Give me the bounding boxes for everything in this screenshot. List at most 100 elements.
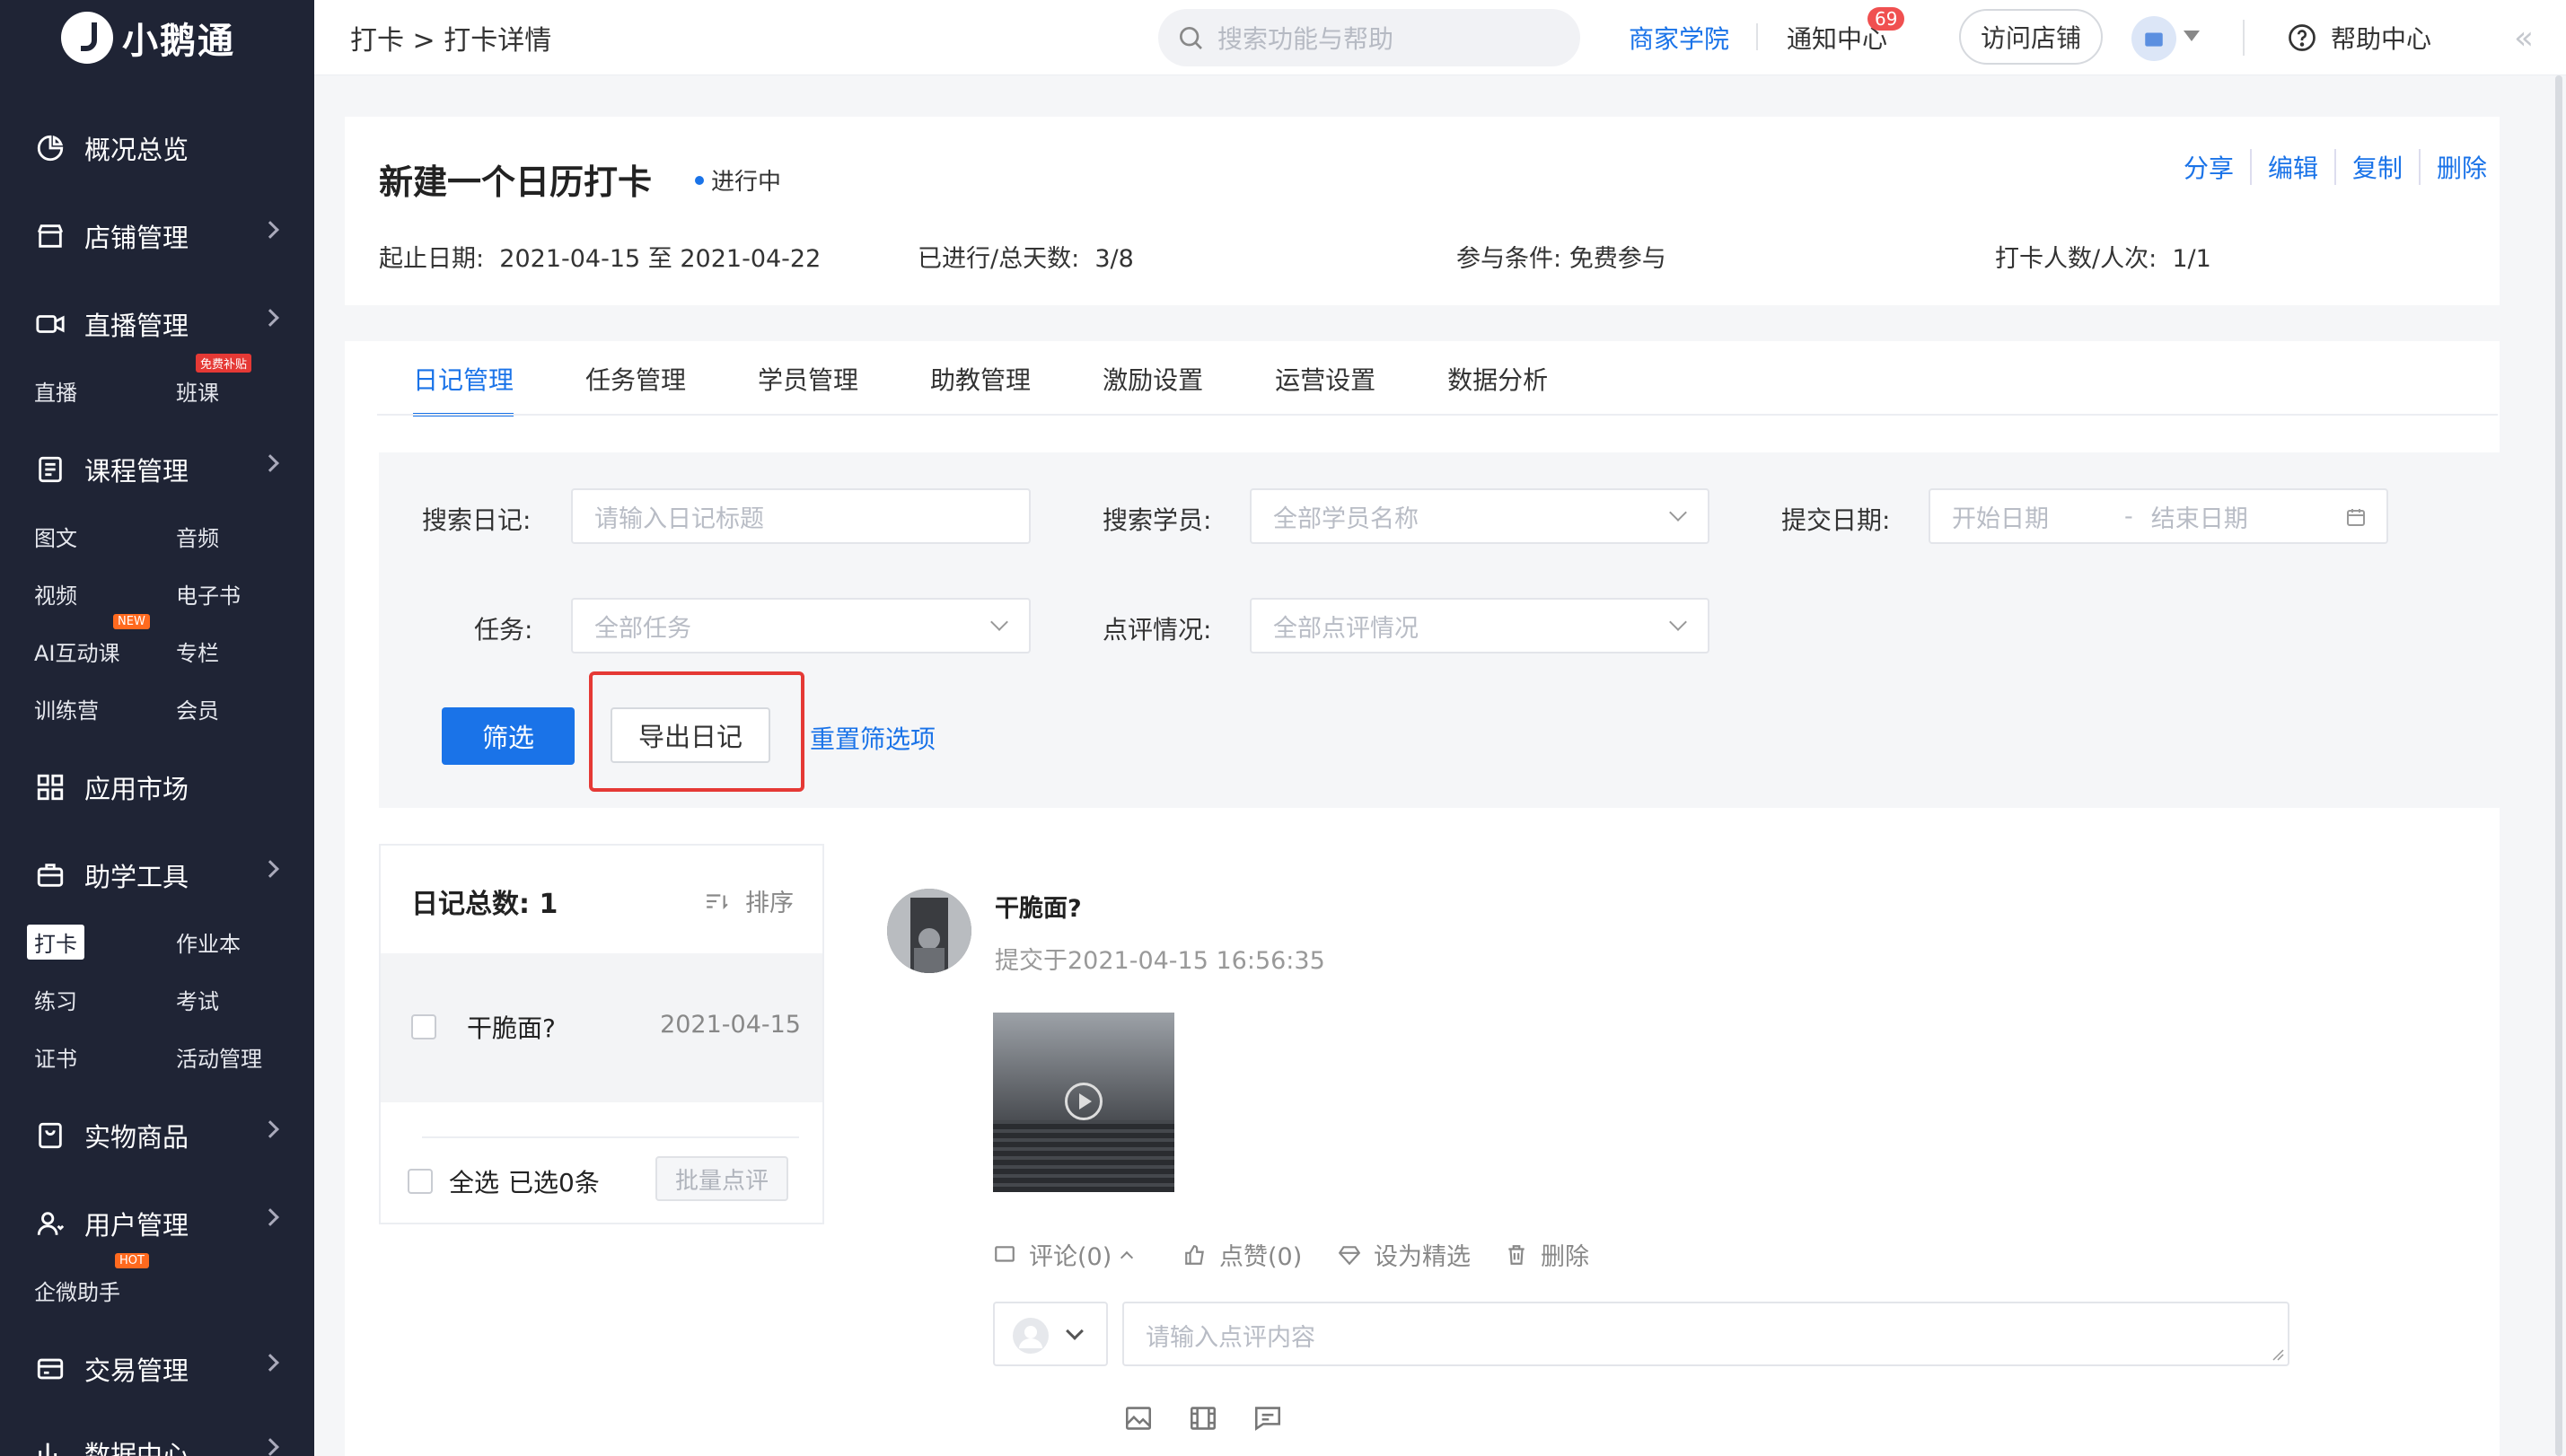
chevron-right-icon — [261, 221, 279, 239]
progress-days: 已进行/总天数: 3/8 — [918, 239, 1134, 274]
batch-review-button[interactable]: 批量点评 — [655, 1156, 788, 1201]
diary-list-panel: 日记总数: 1 排序 干脆面? 2021-04-15 全选 已选0条 批量点评 — [379, 844, 824, 1224]
tab-assistants[interactable]: 助教管理 — [930, 361, 1031, 417]
collapse-icon[interactable]: « — [2514, 20, 2534, 57]
copy-link[interactable]: 复制 — [2336, 149, 2421, 185]
set-featured-button[interactable]: 设为精选 — [1338, 1237, 1471, 1272]
sidebar-item-trade[interactable]: 交易管理 — [34, 1346, 279, 1391]
search-input[interactable]: 搜索功能与帮助 — [1158, 9, 1580, 66]
sidebar-item-data[interactable]: 数据中心 — [34, 1431, 279, 1456]
sidebar-sub-practice[interactable]: 练习 — [34, 984, 77, 1015]
sidebar-item-store[interactable]: 店铺管理 — [34, 214, 279, 259]
diary-total: 日记总数: 1 — [411, 881, 558, 921]
sort-button[interactable]: 排序 — [705, 883, 794, 918]
task-select[interactable]: 全部任务 — [571, 598, 1031, 653]
filter-button[interactable]: 筛选 — [442, 707, 575, 765]
sidebar-label: 数据中心 — [84, 1440, 189, 1456]
sidebar-sub-live[interactable]: 直播 — [34, 375, 77, 407]
sidebar-item-goods[interactable]: 实物商品 — [34, 1113, 279, 1158]
business-school-link[interactable]: 商家学院 — [1629, 20, 1729, 56]
list-item[interactable]: 干脆面? 2021-04-15 — [381, 953, 822, 1102]
tab-analytics[interactable]: 数据分析 — [1447, 361, 1548, 417]
sidebar-sub-checkin[interactable]: 打卡 — [27, 925, 84, 960]
store-avatar[interactable] — [2131, 16, 2176, 61]
visit-store-button[interactable]: 访问店铺 — [1959, 9, 2103, 65]
tab-operations[interactable]: 运营设置 — [1275, 361, 1375, 417]
sidebar-sub-class[interactable]: 班课 — [176, 375, 219, 407]
sidebar-sub-wecom[interactable]: 企微助手 — [34, 1275, 120, 1306]
search-diary-input[interactable]: 请输入日记标题 — [571, 488, 1031, 544]
tab-diary[interactable]: 日记管理 — [413, 361, 514, 417]
sidebar-sub-ebook[interactable]: 电子书 — [176, 578, 241, 610]
shop-icon — [2145, 32, 2163, 47]
reset-filters-link[interactable]: 重置筛选项 — [810, 720, 936, 756]
sidebar-item-apps[interactable]: 应用市场 — [34, 765, 277, 810]
sidebar-sub-column[interactable]: 专栏 — [176, 636, 219, 667]
sidebar-sub-member[interactable]: 会员 — [176, 693, 219, 724]
sidebar-item-overview[interactable]: 概况总览 — [34, 126, 277, 171]
logo-icon — [61, 12, 113, 64]
delete-link[interactable]: 删除 — [2421, 149, 2487, 185]
video-thumbnail[interactable] — [993, 1013, 1174, 1192]
comment-toggle[interactable]: 评论(0) — [993, 1237, 1134, 1272]
like-button[interactable]: 点赞(0) — [1183, 1237, 1302, 1272]
sidebar-label: 交易管理 — [84, 1355, 189, 1386]
bar-chart-icon — [34, 1437, 66, 1456]
sidebar-sub-article[interactable]: 图文 — [34, 521, 77, 552]
select-all-checkbox[interactable] — [408, 1169, 433, 1194]
image-icon[interactable] — [1124, 1406, 1153, 1431]
sidebar-sub-video[interactable]: 视频 — [34, 578, 77, 610]
filter-button-label: 筛选 — [481, 723, 534, 753]
edit-link[interactable]: 编辑 — [2252, 149, 2336, 185]
date-range-picker[interactable]: 开始日期 - 结束日期 — [1929, 488, 2388, 544]
share-link[interactable]: 分享 — [2167, 149, 2252, 185]
sidebar-item-course[interactable]: 课程管理 — [34, 447, 279, 492]
notification-badge: 69 — [1867, 7, 1905, 31]
brand-logo[interactable]: 小鹅通 — [61, 9, 235, 66]
sidebar-sub-audio[interactable]: 音频 — [176, 521, 219, 552]
help-center-link[interactable]: 帮助中心 — [2286, 20, 2431, 56]
card-icon — [34, 1353, 66, 1385]
chevron-down-icon — [990, 613, 1008, 631]
sidebar-item-users[interactable]: 用户管理 — [34, 1201, 279, 1246]
item-checkbox[interactable] — [411, 1014, 436, 1039]
sidebar-item-tools[interactable]: 助学工具 — [34, 853, 279, 898]
sidebar-sub-camp[interactable]: 训练营 — [34, 693, 99, 724]
sidebar-sub-homework[interactable]: 作业本 — [176, 926, 241, 958]
sidebar-sub-ai[interactable]: AI互动课 — [34, 636, 120, 667]
submit-time: 提交于2021-04-15 16:56:35 — [995, 947, 1325, 975]
tab-students[interactable]: 学员管理 — [758, 361, 858, 417]
sidebar-sub-activity[interactable]: 活动管理 — [176, 1041, 262, 1073]
sidebar-sub-exam[interactable]: 考试 — [176, 984, 219, 1015]
export-diary-button[interactable]: 导出日记 — [611, 707, 770, 763]
review-status-label: 点评情况: — [1103, 615, 1212, 645]
sidebar-item-live[interactable]: 直播管理 — [34, 302, 279, 346]
review-comment-input[interactable]: 请输入点评内容 — [1122, 1302, 2289, 1366]
tab-incentives[interactable]: 激励设置 — [1103, 361, 1203, 417]
student-select[interactable]: 全部学员名称 — [1250, 488, 1709, 544]
resize-handle-icon[interactable] — [2272, 1348, 2284, 1361]
chevron-right-icon — [261, 860, 279, 878]
scrollbar[interactable] — [2555, 75, 2562, 1456]
brand-name: 小鹅通 — [122, 21, 235, 62]
avatar[interactable] — [887, 889, 971, 973]
video-icon[interactable] — [1189, 1406, 1217, 1431]
user-avatar-icon — [1013, 1318, 1049, 1354]
delete-diary-button[interactable]: 删除 — [1505, 1237, 1589, 1272]
reviewer-select[interactable] — [993, 1302, 1108, 1366]
meta-label: 打卡人数/人次: — [1995, 245, 2157, 273]
review-status-select[interactable]: 全部点评情况 — [1250, 598, 1709, 653]
chevron-right-icon — [261, 1208, 279, 1226]
caret-down-icon[interactable] — [2184, 31, 2200, 41]
play-icon[interactable] — [1065, 1083, 1103, 1120]
sidebar-label: 助学工具 — [84, 862, 189, 892]
sidebar-label: 实物商品 — [84, 1122, 189, 1153]
select-all-label[interactable]: 全选 — [449, 1163, 499, 1199]
message-icon[interactable] — [1253, 1406, 1282, 1431]
tab-tasks[interactable]: 任务管理 — [585, 361, 686, 417]
search-diary-label: 搜索日记: — [422, 505, 532, 535]
sidebar-sub-certificate[interactable]: 证书 — [34, 1041, 77, 1073]
subsidy-badge: 免费补贴 — [196, 354, 252, 373]
search-student-label: 搜索学员: — [1103, 505, 1212, 535]
breadcrumb[interactable]: 打卡 > 打卡详情 — [350, 18, 551, 57]
